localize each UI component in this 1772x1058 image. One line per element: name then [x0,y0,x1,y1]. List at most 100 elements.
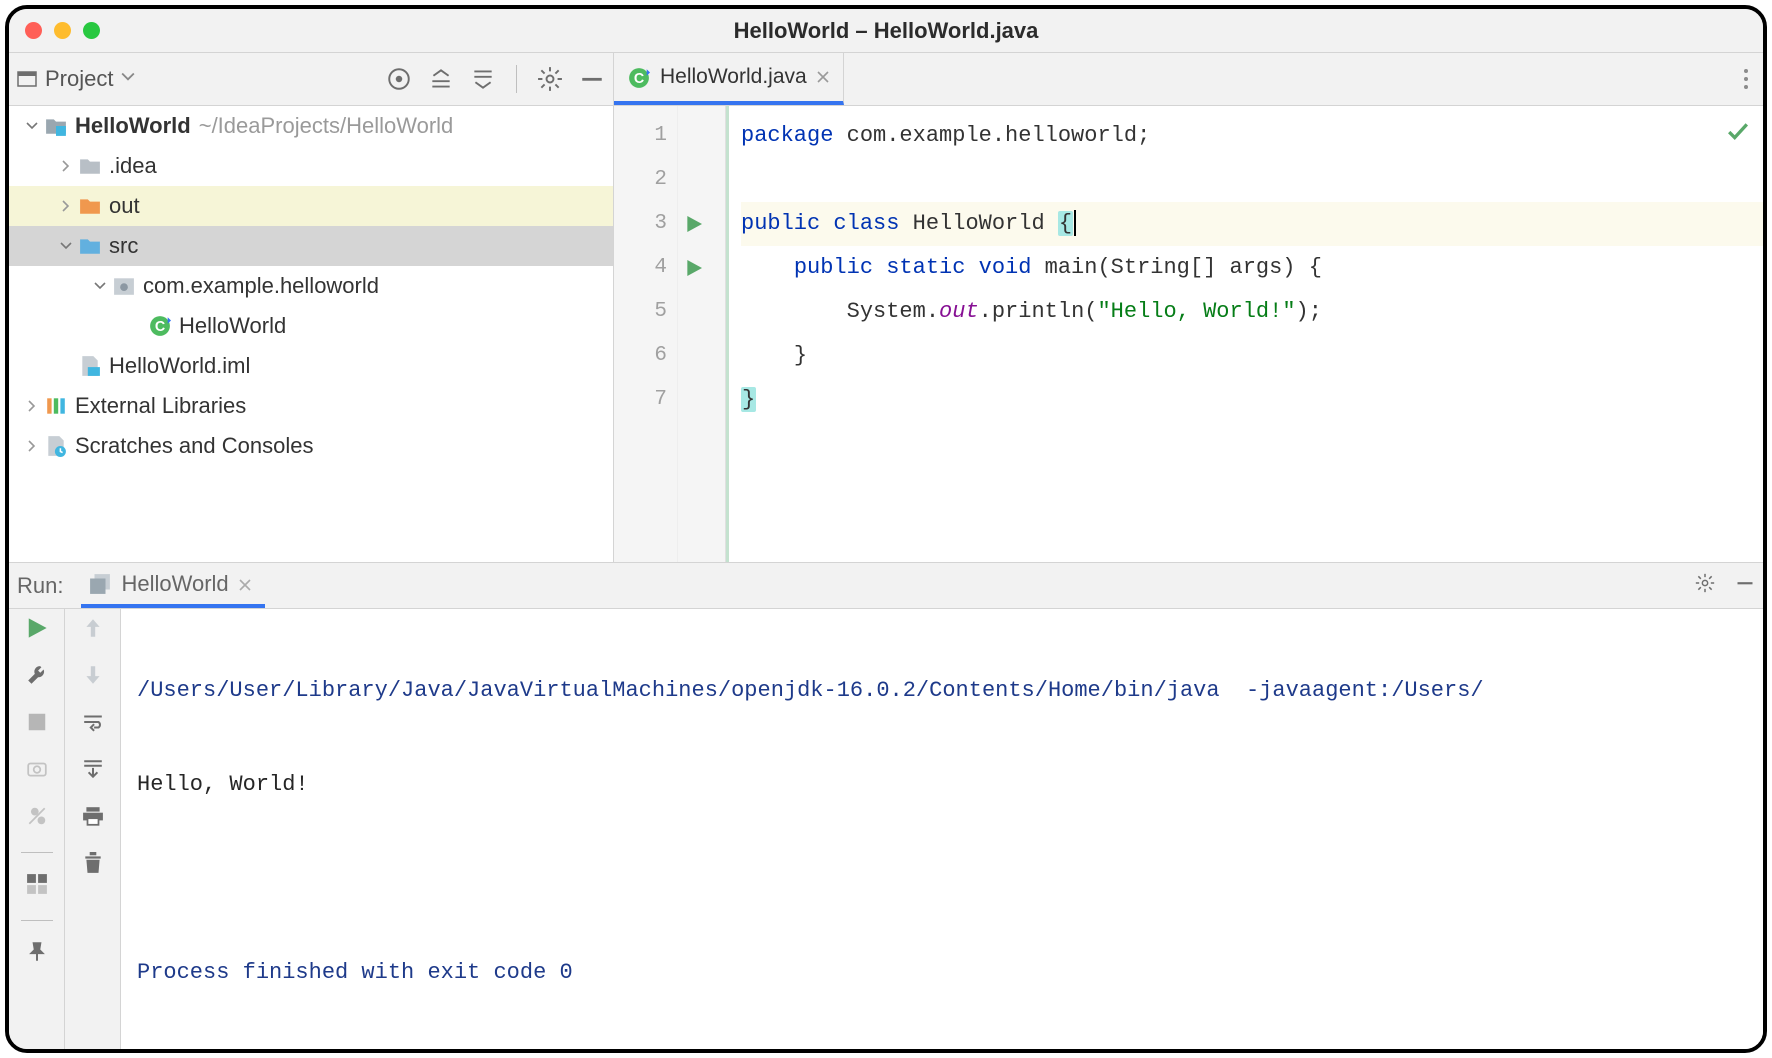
gear-icon[interactable] [537,66,563,92]
chevron-right-icon[interactable] [53,200,79,212]
console-line [137,857,1747,901]
run-config-name: HelloWorld [121,571,228,597]
project-view-dropdown-icon[interactable] [121,70,135,89]
maximize-window-button[interactable] [83,22,100,39]
run-gutter [678,106,710,562]
project-header: Project [9,53,613,106]
tree-label: HelloWorld.iml [109,353,250,379]
run-header: Run: HelloWorld [9,563,1763,609]
exit-debug-icon[interactable] [26,805,48,832]
close-window-button[interactable] [25,22,42,39]
close-run-tab-icon[interactable] [239,571,251,597]
tree-root-path: ~/IdeaProjects/HelloWorld [199,113,454,139]
tree-label: External Libraries [75,393,246,419]
titlebar: HelloWorld – HelloWorld.java [9,9,1763,53]
line-number-gutter[interactable]: 1 2 3 4 5 6 7 [614,106,678,562]
project-panel-title[interactable]: Project [45,66,113,92]
select-opened-file-icon[interactable] [386,66,412,92]
close-tab-icon[interactable] [817,65,829,89]
dump-threads-icon[interactable] [26,758,48,785]
chevron-right-icon[interactable] [53,160,79,172]
line-number[interactable]: 5 [614,290,667,334]
folder-icon [79,155,101,177]
tree-label: HelloWorld [179,313,286,339]
separator [21,920,53,921]
text-caret [1074,210,1076,236]
run-tool-window: Run: HelloWorld [9,562,1763,1049]
project-tree[interactable]: HelloWorld ~/IdeaProjects/HelloWorld .id… [9,106,613,562]
ide-window: HelloWorld – HelloWorld.java Project [5,5,1767,1053]
inspection-ok-icon[interactable] [1727,120,1749,149]
expand-all-icon[interactable] [428,66,454,92]
more-tabs-icon[interactable] [1729,53,1763,105]
source-folder-icon [79,235,101,257]
tree-scratches[interactable]: Scratches and Consoles [9,426,613,466]
run-body: /Users/User/Library/Java/JavaVirtualMach… [9,609,1763,1049]
tree-idea-folder[interactable]: .idea [9,146,613,186]
chevron-right-icon[interactable] [19,400,45,412]
tree-label: Scratches and Consoles [75,433,313,459]
chevron-down-icon[interactable] [19,120,45,132]
layout-icon[interactable] [26,873,48,900]
separator [21,852,53,853]
line-number[interactable]: 7 [614,378,667,422]
rerun-icon[interactable] [26,617,48,644]
tree-iml-file[interactable]: HelloWorld.iml [9,346,613,386]
run-config-tab[interactable]: HelloWorld [81,563,264,608]
console-line: /Users/User/Library/Java/JavaVirtualMach… [137,669,1747,713]
print-icon[interactable] [82,805,104,832]
libraries-icon [45,395,67,417]
chevron-down-icon[interactable] [87,280,113,292]
run-toolbar-secondary [65,609,121,1049]
tree-external-libs[interactable]: External Libraries [9,386,613,426]
hide-panel-icon[interactable] [1735,573,1755,599]
fold-gutter[interactable] [710,106,726,562]
application-config-icon [89,573,111,595]
line-number[interactable]: 2 [614,158,667,202]
tree-src-folder[interactable]: src [9,226,613,266]
wrench-icon[interactable] [26,664,48,691]
class-icon: C [628,67,650,87]
hide-panel-icon[interactable] [579,66,605,92]
collapse-all-icon[interactable] [470,66,496,92]
tree-class-file[interactable]: C HelloWorld [9,306,613,346]
console-line: Process finished with exit code 0 [137,951,1747,995]
svg-text:C: C [634,71,644,87]
tree-label: out [109,193,140,219]
editor-tab-label: HelloWorld.java [660,65,807,89]
tree-project-root[interactable]: HelloWorld ~/IdeaProjects/HelloWorld [9,106,613,146]
soft-wrap-icon[interactable] [82,711,104,738]
run-console[interactable]: /Users/User/Library/Java/JavaVirtualMach… [121,609,1763,1049]
tree-label: com.example.helloworld [143,273,379,299]
stop-icon[interactable] [26,711,48,738]
project-view-icon [17,69,37,89]
gear-icon[interactable] [1695,573,1715,599]
up-arrow-icon[interactable] [82,617,104,644]
run-toolbar-primary [9,609,65,1049]
line-number[interactable]: 4 [614,246,667,290]
minimize-window-button[interactable] [54,22,71,39]
svg-text:C: C [155,319,165,335]
console-line: Hello, World! [137,763,1747,807]
trash-icon[interactable] [82,852,104,879]
package-icon [113,275,135,297]
editor-tabbar: C HelloWorld.java [614,53,1763,106]
scroll-to-end-icon[interactable] [82,758,104,785]
tree-package[interactable]: com.example.helloworld [9,266,613,306]
window-title: HelloWorld – HelloWorld.java [734,18,1039,44]
run-main-gutter-icon[interactable] [678,246,710,290]
line-number[interactable]: 6 [614,334,667,378]
editor-tab-helloworld[interactable]: C HelloWorld.java [614,53,844,105]
scratches-icon [45,435,67,457]
chevron-right-icon[interactable] [19,440,45,452]
code-content[interactable]: package com.example.helloworld; public c… [726,106,1763,562]
code-editor[interactable]: 1 2 3 4 5 6 7 package com.exam [614,106,1763,562]
class-icon: C [149,315,171,337]
line-number[interactable]: 3 [614,202,667,246]
pin-icon[interactable] [26,941,48,968]
down-arrow-icon[interactable] [82,664,104,691]
line-number[interactable]: 1 [614,114,667,158]
run-class-gutter-icon[interactable] [678,202,710,246]
tree-out-folder[interactable]: out [9,186,613,226]
chevron-down-icon[interactable] [53,240,79,252]
